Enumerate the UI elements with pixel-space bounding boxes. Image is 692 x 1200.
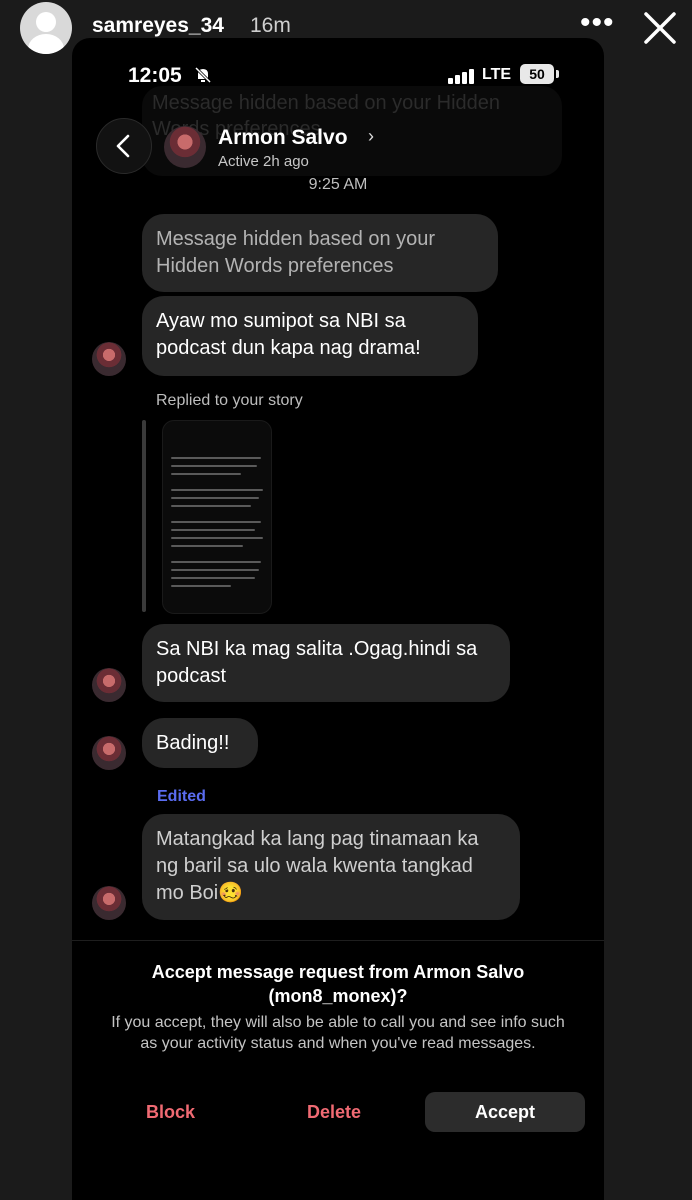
sender-avatar[interactable] — [92, 668, 126, 702]
reply-label: Replied to your story — [156, 392, 303, 409]
message-bubble[interactable]: Ayaw mo sumipot sa NBI sa podcast dun ka… — [142, 296, 478, 376]
story-thumbnail[interactable] — [162, 420, 272, 614]
message-bubble[interactable]: Bading!! — [142, 718, 258, 768]
story-avatar[interactable] — [20, 2, 72, 54]
back-chevron-icon — [116, 134, 130, 158]
delete-button[interactable]: Delete — [307, 1102, 361, 1123]
message-bubble[interactable]: Matangkad ka lang pag tinamaan ka ng bar… — [142, 814, 520, 920]
request-title: Accept message request from Armon Salvo … — [151, 962, 525, 1006]
message-timestamp: 9:25 AM — [308, 176, 368, 193]
sender-avatar[interactable] — [92, 736, 126, 770]
sender-avatar[interactable] — [92, 342, 126, 376]
divider — [72, 940, 604, 941]
story-time: 16m — [250, 14, 291, 37]
close-icon[interactable] — [640, 8, 680, 48]
edited-label: Edited — [157, 788, 206, 805]
accept-button[interactable]: Accept — [425, 1092, 585, 1132]
signal-icon — [448, 68, 476, 84]
ghost-text: Message hidden based on your Hidden Word… — [152, 92, 501, 140]
story-username[interactable]: samreyes_34 — [92, 14, 224, 38]
block-button[interactable]: Block — [146, 1102, 195, 1123]
back-button[interactable] — [96, 118, 152, 174]
reply-bar — [142, 420, 146, 612]
bell-off-icon — [194, 66, 212, 84]
more-icon[interactable]: ••• — [580, 6, 615, 40]
message-bubble[interactable]: Message hidden based on your Hidden Word… — [142, 214, 498, 292]
request-body: If you accept, they will also be able to… — [111, 1014, 565, 1052]
battery-indicator: 50 — [520, 64, 554, 84]
chevron-right-icon[interactable]: › — [368, 126, 374, 147]
thread-name[interactable]: Armon Salvo — [218, 126, 348, 150]
dm-screenshot: Message hidden based on your Hidden Word… — [72, 38, 604, 1200]
network-label: LTE — [482, 66, 512, 83]
thread-avatar[interactable] — [164, 126, 206, 168]
thread-status: Active 2h ago — [218, 153, 309, 170]
message-bubble[interactable]: Sa NBI ka mag salita .Ogag.hindi sa podc… — [142, 624, 510, 702]
status-time: 12:05 — [128, 64, 182, 87]
sender-avatar[interactable] — [92, 886, 126, 920]
